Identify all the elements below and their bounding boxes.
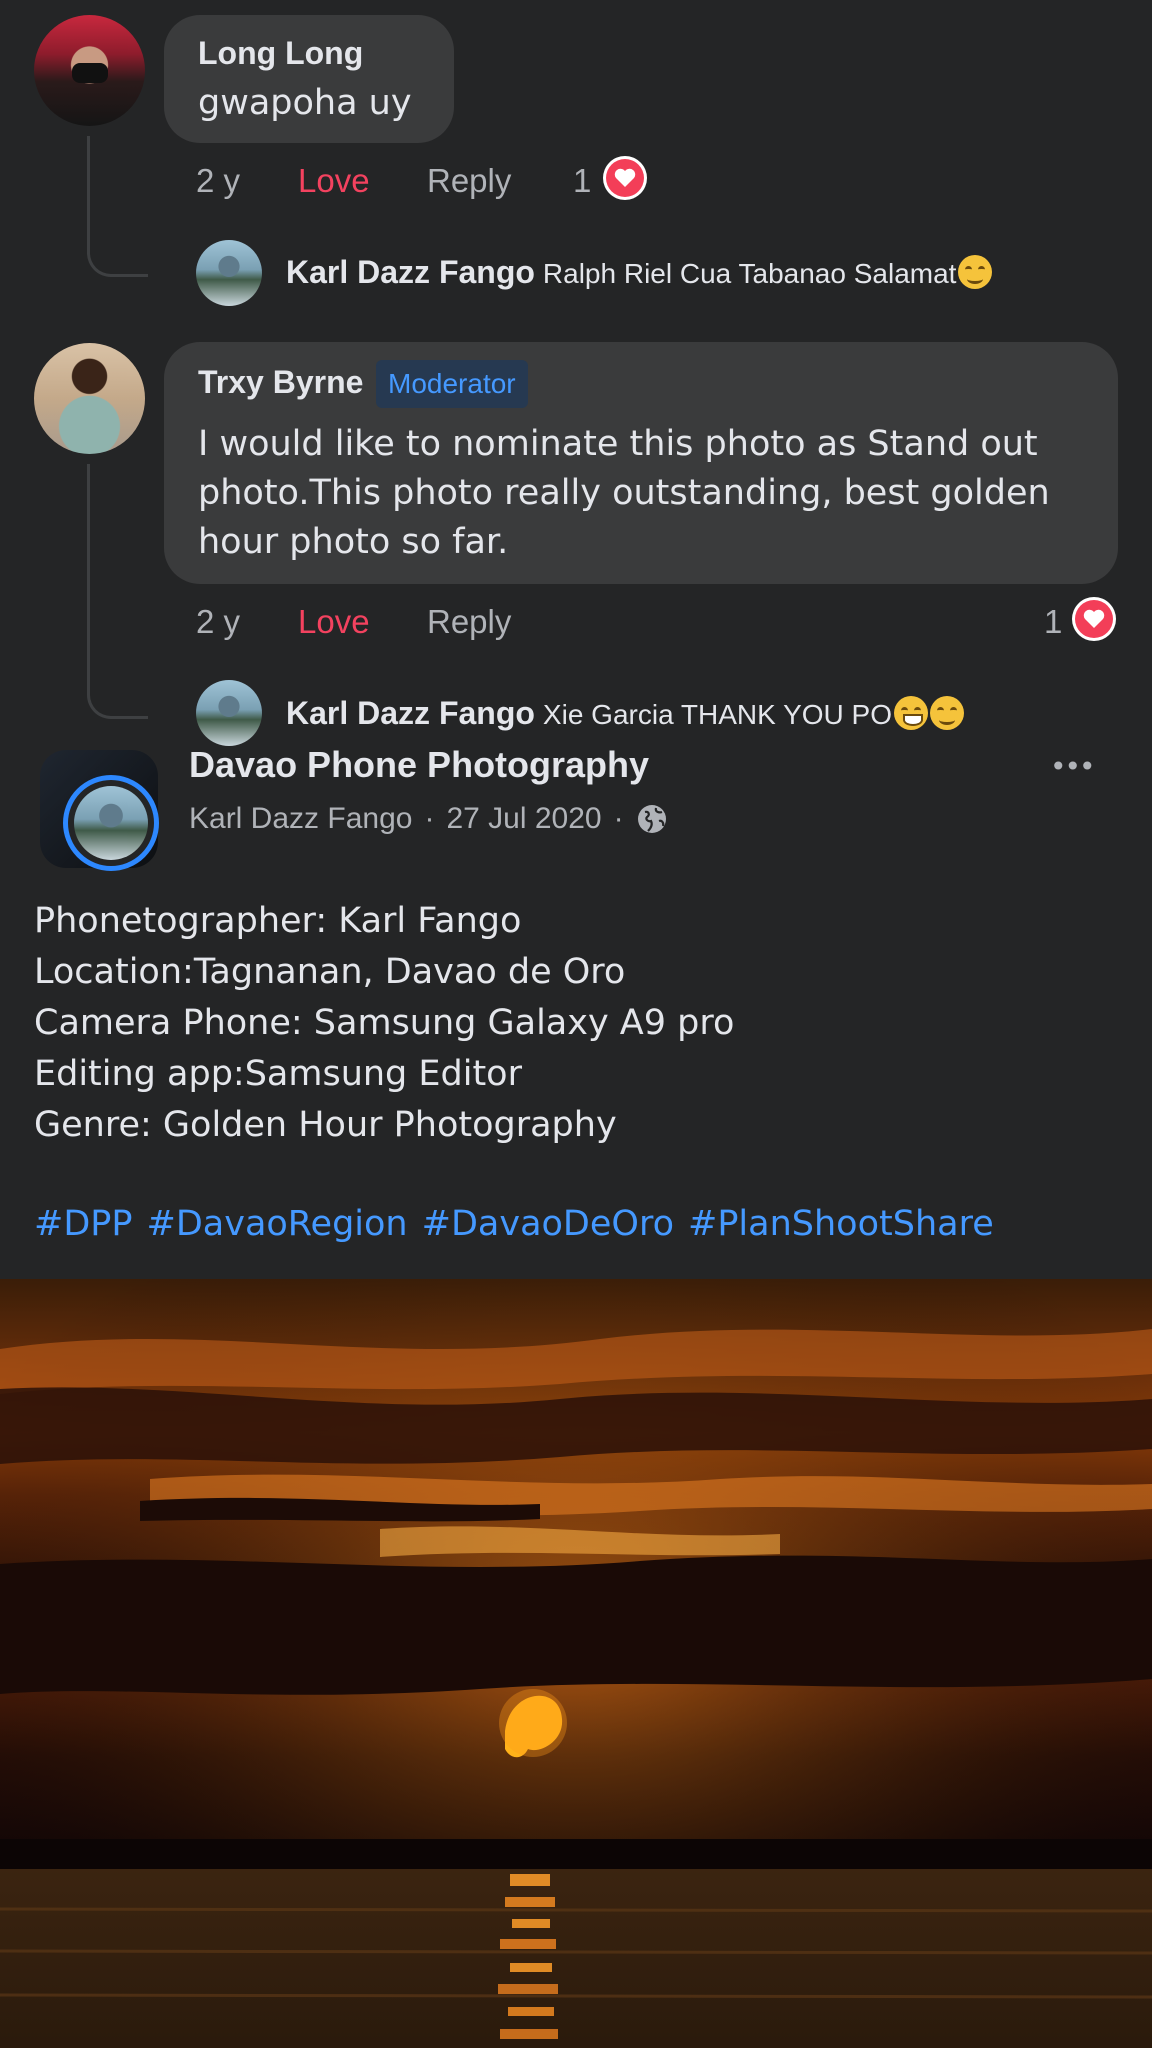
reply-text: Xie Garcia THANK YOU PO: [542, 699, 892, 730]
hashtag-link[interactable]: #DavaoRegion: [147, 1204, 408, 1244]
group-name[interactable]: Davao Phone Photography: [189, 744, 649, 786]
reply-preview[interactable]: Karl Dazz Fango Ralph Riel Cua Tabanao Sa…: [286, 254, 993, 291]
comment-time: 2 y: [196, 162, 241, 199]
reply-button[interactable]: Reply: [427, 603, 511, 641]
love-button[interactable]: Love: [298, 162, 370, 200]
avatar[interactable]: [34, 15, 145, 126]
love-button[interactable]: Love: [298, 603, 370, 641]
meta-separator: ·: [424, 802, 435, 835]
post-photo[interactable]: [0, 1279, 1152, 2048]
comment-author[interactable]: Long Long: [198, 35, 363, 72]
reply-author[interactable]: Karl Dazz Fango: [286, 695, 535, 731]
heart-reaction-icon[interactable]: [603, 156, 647, 200]
globe-icon: [637, 805, 666, 833]
avatar[interactable]: [34, 343, 145, 454]
post-body: Phonetographer: Karl Fango Location:Tagn…: [34, 901, 735, 1145]
comment-bubble[interactable]: Trxy Byrne Moderator I would like to nom…: [164, 342, 1118, 584]
author-avatar[interactable]: [63, 775, 159, 871]
moderator-badge: Moderator: [376, 360, 528, 408]
avatar[interactable]: [196, 680, 262, 746]
reaction-count[interactable]: 1: [573, 162, 591, 200]
thread-connector: [87, 464, 148, 719]
reply-author[interactable]: Karl Dazz Fango: [286, 254, 535, 290]
comment-author[interactable]: Trxy Byrne: [198, 364, 363, 401]
reply-text: Ralph Riel Cua Tabanao Salamat: [542, 258, 957, 289]
reply-button[interactable]: Reply: [427, 162, 511, 200]
comment-text: gwapoha uy: [198, 83, 412, 123]
thread-connector: [87, 136, 148, 277]
heart-reaction-icon[interactable]: [1072, 597, 1116, 641]
grinning-face-emoji-icon: [894, 696, 928, 730]
reaction-count[interactable]: 1: [1044, 603, 1062, 641]
hashtag-link[interactable]: #PlanShootShare: [688, 1204, 994, 1244]
sunset-photo-graphic: [0, 1279, 1152, 2048]
comment-text: I would like to nominate this photo as S…: [198, 424, 1050, 562]
avatar[interactable]: [196, 240, 262, 306]
meta-separator: ·: [613, 802, 624, 835]
hashtags: #DPP #DavaoRegion #DavaoDeOro #PlanShootSha…: [34, 1204, 1008, 1244]
post-date[interactable]: 27 Jul 2020: [446, 802, 601, 836]
hashtag-link[interactable]: #DavaoDeOro: [422, 1204, 674, 1244]
smiling-face-emoji-icon: [930, 696, 964, 730]
more-options-button[interactable]: •••: [1050, 750, 1096, 783]
comment-bubble[interactable]: Long Long gwapoha uy: [164, 15, 454, 143]
post-meta: Karl Dazz Fango · 27 Jul 2020 ·: [189, 802, 668, 836]
hashtag-link[interactable]: #DPP: [34, 1204, 133, 1244]
smiling-face-emoji-icon: [958, 255, 993, 289]
comment-time: 2 y: [196, 603, 241, 640]
post-author[interactable]: Karl Dazz Fango: [189, 802, 412, 836]
reply-preview[interactable]: Karl Dazz Fango Xie Garcia THANK YOU PO: [286, 695, 964, 732]
